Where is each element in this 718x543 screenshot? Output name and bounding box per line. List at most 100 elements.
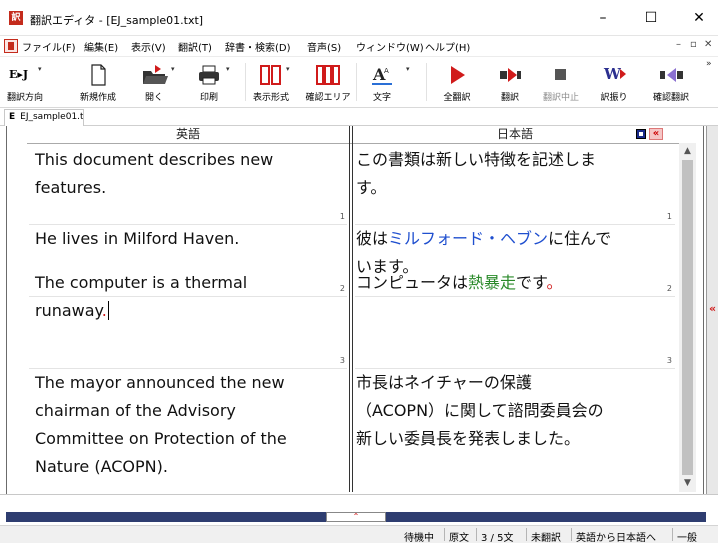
menu-edit[interactable]: 編集(E) — [84, 39, 118, 54]
source-language-header: 英語 — [175, 127, 200, 141]
source-sentence[interactable]: He lives in Milford Haven. — [35, 225, 239, 253]
vertical-scrollbar[interactable]: ▲ ▼ — [679, 143, 696, 492]
chevron-down-icon[interactable]: ▾ — [226, 65, 230, 73]
sentence-number: 3 — [339, 356, 345, 365]
menu-view[interactable]: 表示(V) — [131, 39, 166, 54]
expand-panel-icon[interactable]: « — [709, 302, 716, 315]
text-cursor — [107, 301, 109, 320]
translation-direction-label: 翻訳方向 — [6, 93, 43, 103]
mdi-close-button[interactable]: ✕ — [704, 39, 712, 50]
back-translate-label: 確認翻訳 — [652, 93, 689, 103]
target-sentence[interactable]: この書類は新しい特徴を記述しま す。 — [356, 146, 596, 202]
translate-all-icon — [436, 63, 478, 87]
mdi-minimize-button[interactable]: – — [676, 39, 681, 50]
interlinear-label: 訳振り — [600, 93, 628, 103]
toolbar-overflow-icon[interactable]: » — [706, 59, 712, 69]
close-button[interactable]: ✕ — [676, 0, 718, 36]
stop-translation-button[interactable]: 翻訳中止 — [540, 57, 582, 107]
target-sentence[interactable]: コンピュータは熱暴走です。 — [356, 269, 562, 297]
menu-file[interactable]: ファイル(F) — [22, 39, 76, 54]
scroll-down-icon[interactable]: ▼ — [679, 475, 696, 492]
target-text: です — [516, 273, 547, 292]
sentence-number: 2 — [339, 284, 345, 293]
target-line: コンピュータは熱暴走です。 — [356, 269, 562, 297]
interlinear-icon: W — [596, 63, 632, 87]
status-state: 待機中 — [404, 533, 434, 543]
source-line: He lives in Milford Haven. — [35, 229, 240, 248]
stop-translation-label: 翻訳中止 — [542, 93, 579, 103]
print-button[interactable]: 印刷 — [192, 57, 226, 107]
translate-all-label: 全翻訳 — [443, 93, 471, 103]
side-panel-strip: « — [706, 126, 718, 494]
source-line: This document describes new — [35, 150, 274, 169]
new-document-icon — [80, 63, 116, 87]
confirm-area-label: 確認エリア — [305, 93, 351, 103]
menu-help[interactable]: ヘルプ(H) — [425, 39, 470, 54]
target-line: （ACOPN）に関して諮問委員会の — [356, 401, 604, 420]
translate-button[interactable]: 翻訳 — [492, 57, 528, 107]
confirm-area-icon — [308, 63, 348, 87]
new-document-button[interactable]: 新規作成 — [80, 57, 116, 107]
unknown-word-highlight[interactable]: ミルフォード・ヘブン — [388, 229, 548, 248]
menu-speech[interactable]: 音声(S) — [307, 39, 341, 54]
open-label: 開く — [144, 93, 163, 103]
source-line: Committee on Protection of the — [35, 429, 287, 448]
chevron-down-icon[interactable]: ▾ — [171, 65, 175, 73]
scrollbar-thumb[interactable] — [682, 160, 693, 475]
document-system-icon[interactable] — [4, 39, 18, 53]
dictionary-word-highlight[interactable]: 熱暴走 — [468, 273, 516, 292]
confirm-area-button[interactable]: 確認エリア — [305, 57, 351, 107]
target-line: す。 — [356, 178, 387, 197]
status-separator — [526, 528, 527, 541]
source-line: The computer is a thermal — [35, 273, 248, 292]
splitter-handle-icon[interactable]: ⌃ — [326, 512, 386, 522]
app-icon: 訳 — [9, 11, 23, 25]
status-separator — [571, 528, 572, 541]
menu-dictionary-search[interactable]: 辞書・検索(D) — [225, 39, 291, 54]
view-format-icon — [252, 63, 290, 87]
minimize-button[interactable]: – — [580, 0, 626, 36]
source-sentence[interactable]: The mayor announced the new chairman of … — [35, 369, 287, 481]
document-tab-bar: E EJ_sample01.t — [0, 108, 718, 126]
maximize-button[interactable]: ☐ — [628, 0, 674, 36]
menu-window[interactable]: ウィンドウ(W) — [356, 39, 424, 54]
chevron-down-icon[interactable]: ▾ — [38, 65, 42, 73]
document-tab[interactable]: E EJ_sample01.t — [4, 109, 84, 126]
source-sentence[interactable]: The computer is a thermal runaway. — [35, 269, 247, 325]
target-sentence[interactable]: 市長はネイチャーの保護 （ACOPN）に関して諮問委員会の 新しい委員長を発表し… — [356, 369, 604, 453]
translation-editor[interactable]: 英語 日本語 « This document describes new fea… — [6, 126, 704, 494]
font-label: 文字 — [372, 93, 391, 103]
lower-pane: ⌃ — [0, 494, 718, 525]
interlinear-button[interactable]: W 訳振り — [596, 57, 632, 107]
toolbar-separator — [426, 63, 427, 101]
chevron-down-icon[interactable]: ▾ — [286, 65, 290, 73]
translate-all-button[interactable]: 全翻訳 — [436, 57, 478, 107]
status-separator — [672, 528, 673, 541]
source-sentence[interactable]: This document describes new features. — [35, 146, 273, 202]
header-divider — [27, 143, 679, 144]
column-divider[interactable] — [349, 126, 353, 492]
mdi-restore-button[interactable]: ▫ — [690, 39, 697, 50]
status-mode: 原文 — [449, 533, 469, 543]
target-text: コンピュータは — [356, 273, 469, 292]
pane-splitter[interactable]: ⌃ — [6, 512, 706, 522]
back-translate-button[interactable]: 確認翻訳 — [650, 57, 692, 107]
chevron-down-icon[interactable]: ▾ — [406, 65, 410, 73]
target-line: 新しい委員長を発表しました。 — [356, 429, 581, 448]
view-format-button[interactable]: 表示形式 — [252, 57, 290, 107]
status-separator — [444, 528, 445, 541]
collapse-panel-icon[interactable]: « — [649, 128, 663, 140]
sentence-number: 2 — [666, 284, 672, 293]
status-separator — [476, 528, 477, 541]
svg-text:W: W — [603, 65, 622, 83]
target-language-header: 日本語 — [496, 127, 533, 141]
open-button[interactable]: 開く — [137, 57, 171, 107]
font-button[interactable]: AA 文字 — [362, 57, 402, 107]
menu-translate[interactable]: 翻訳(T) — [178, 39, 212, 54]
target-line: この書類は新しい特徴を記述しま — [356, 150, 597, 169]
scroll-up-icon[interactable]: ▲ — [679, 143, 696, 160]
sync-scroll-icon[interactable] — [636, 129, 646, 139]
document-tab-label: EJ_sample01.t — [20, 112, 84, 122]
menu-bar: ファイル(F) 編集(E) 表示(V) 翻訳(T) 辞書・検索(D) 音声(S)… — [0, 36, 718, 56]
sentence-number: 1 — [666, 212, 672, 221]
